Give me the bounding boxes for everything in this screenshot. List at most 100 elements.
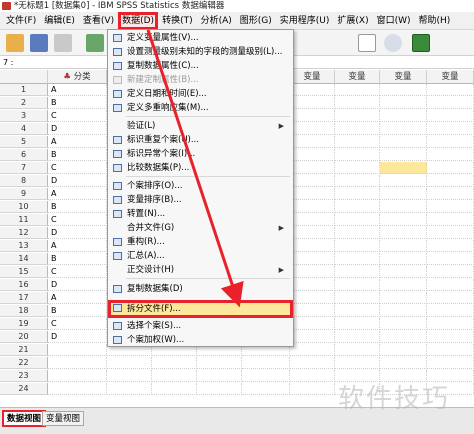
cell-empty[interactable] xyxy=(335,214,380,226)
cell-empty[interactable] xyxy=(427,149,474,161)
cell-category[interactable]: A xyxy=(48,84,107,96)
cell-category[interactable]: C xyxy=(48,214,107,226)
row-number[interactable]: 5 xyxy=(0,136,48,148)
cell-empty[interactable] xyxy=(380,240,427,252)
row-number[interactable]: 13 xyxy=(0,240,48,252)
cell-empty[interactable] xyxy=(427,136,474,148)
row-number[interactable]: 15 xyxy=(0,266,48,278)
cell-empty[interactable] xyxy=(427,123,474,135)
cell-category[interactable]: C xyxy=(48,162,107,174)
row-number[interactable]: 7 xyxy=(0,162,48,174)
row-number[interactable]: 24 xyxy=(0,383,48,395)
cell-empty[interactable] xyxy=(427,318,474,330)
print-icon[interactable] xyxy=(54,34,72,52)
cell-empty[interactable] xyxy=(290,201,335,213)
cell-empty[interactable] xyxy=(335,318,380,330)
cell-empty[interactable] xyxy=(335,279,380,291)
cell-category[interactable] xyxy=(48,370,107,382)
cell-empty[interactable] xyxy=(380,149,427,161)
row-number[interactable]: 3 xyxy=(0,110,48,122)
menu-edit[interactable]: 编辑(E) xyxy=(40,12,79,30)
cell-empty[interactable] xyxy=(107,383,152,395)
cell-empty[interactable] xyxy=(427,331,474,343)
cell-empty[interactable] xyxy=(380,331,427,343)
cell-empty[interactable] xyxy=(290,383,335,395)
cell-empty[interactable] xyxy=(427,175,474,187)
menu-item-validation[interactable]: 验证(L) ▶ xyxy=(109,119,292,133)
column-header[interactable]: 变量 xyxy=(335,70,380,84)
cell-empty[interactable] xyxy=(290,97,335,109)
row-number[interactable]: 16 xyxy=(0,279,48,291)
row-number[interactable]: 23 xyxy=(0,370,48,382)
menu-window[interactable]: 窗口(W) xyxy=(373,12,415,30)
menu-view[interactable]: 查看(V) xyxy=(79,12,118,30)
menu-item-identify-duplicate-cases[interactable]: 标识重复个案(U)... xyxy=(109,133,292,147)
cell-empty[interactable] xyxy=(197,383,242,395)
column-header[interactable]: 变量 xyxy=(290,70,335,84)
cell-empty[interactable] xyxy=(335,227,380,239)
cell-empty[interactable] xyxy=(335,344,380,356)
menu-utilities[interactable]: 实用程序(U) xyxy=(276,12,334,30)
menu-item-define-date-time[interactable]: 定义日期和时间(E)... xyxy=(109,87,292,101)
cell-category[interactable]: B xyxy=(48,253,107,265)
cell-empty[interactable] xyxy=(380,162,427,174)
cell-empty[interactable] xyxy=(152,370,197,382)
cell-empty[interactable] xyxy=(197,357,242,369)
cell-empty[interactable] xyxy=(290,240,335,252)
cell-empty[interactable] xyxy=(427,97,474,109)
cell-category[interactable] xyxy=(48,357,107,369)
cell-empty[interactable] xyxy=(427,266,474,278)
cell-empty[interactable] xyxy=(290,214,335,226)
menu-item-weight-cases[interactable]: 个案加权(W)... xyxy=(109,333,292,347)
cell-empty[interactable] xyxy=(380,253,427,265)
cell-category[interactable]: A xyxy=(48,188,107,200)
menu-item-define-multiple-response[interactable]: 定义多重响应集(M)... xyxy=(109,101,292,115)
cell-empty[interactable] xyxy=(380,214,427,226)
menu-help[interactable]: 帮助(H) xyxy=(415,12,455,30)
dialog-recall-icon[interactable] xyxy=(86,34,104,52)
cell-empty[interactable] xyxy=(380,344,427,356)
cell-empty[interactable] xyxy=(152,383,197,395)
cell-empty[interactable] xyxy=(290,292,335,304)
cell-empty[interactable] xyxy=(290,279,335,291)
cell-empty[interactable] xyxy=(380,97,427,109)
cell-empty[interactable] xyxy=(335,162,380,174)
cell-category[interactable]: B xyxy=(48,201,107,213)
cell-category[interactable]: D xyxy=(48,123,107,135)
cell-category[interactable]: B xyxy=(48,97,107,109)
menu-item-sort-variables[interactable]: 变量排序(B)... xyxy=(109,193,292,207)
menu-data[interactable]: 数据(D) xyxy=(118,11,159,30)
cell-empty[interactable] xyxy=(290,370,335,382)
cell-empty[interactable] xyxy=(380,305,427,317)
menu-graphs[interactable]: 图形(G) xyxy=(236,12,276,30)
cell-empty[interactable] xyxy=(380,227,427,239)
cell-empty[interactable] xyxy=(290,162,335,174)
row-number[interactable]: 19 xyxy=(0,318,48,330)
cell-empty[interactable] xyxy=(290,266,335,278)
cell-empty[interactable] xyxy=(335,292,380,304)
cell-empty[interactable] xyxy=(335,201,380,213)
cell-empty[interactable] xyxy=(290,227,335,239)
cell-empty[interactable] xyxy=(380,357,427,369)
cell-empty[interactable] xyxy=(107,357,152,369)
cell-category[interactable]: C xyxy=(48,318,107,330)
value-labels-icon[interactable] xyxy=(358,34,376,52)
tab-variable-view[interactable]: 变量视图 xyxy=(42,411,85,426)
menu-item-split-file[interactable]: 拆分文件(F)... xyxy=(108,300,293,318)
cell-empty[interactable] xyxy=(427,110,474,122)
cell-empty[interactable] xyxy=(427,357,474,369)
row-number[interactable]: 12 xyxy=(0,227,48,239)
cell-empty[interactable] xyxy=(380,84,427,96)
cell-empty[interactable] xyxy=(335,305,380,317)
open-folder-icon[interactable] xyxy=(6,34,24,52)
menu-item-identify-unusual-cases[interactable]: 标识异常个案(I)... xyxy=(109,147,292,161)
menu-item-sort-cases[interactable]: 个案排序(O)... xyxy=(109,179,292,193)
menu-file[interactable]: 文件(F) xyxy=(2,12,40,30)
menu-item-define-variable-properties[interactable]: 定义变量属性(V)... xyxy=(109,31,292,45)
cell-empty[interactable] xyxy=(335,240,380,252)
cell-empty[interactable] xyxy=(290,331,335,343)
cell-empty[interactable] xyxy=(380,188,427,200)
cell-category[interactable]: D xyxy=(48,279,107,291)
cell-empty[interactable] xyxy=(335,188,380,200)
cell-empty[interactable] xyxy=(427,227,474,239)
